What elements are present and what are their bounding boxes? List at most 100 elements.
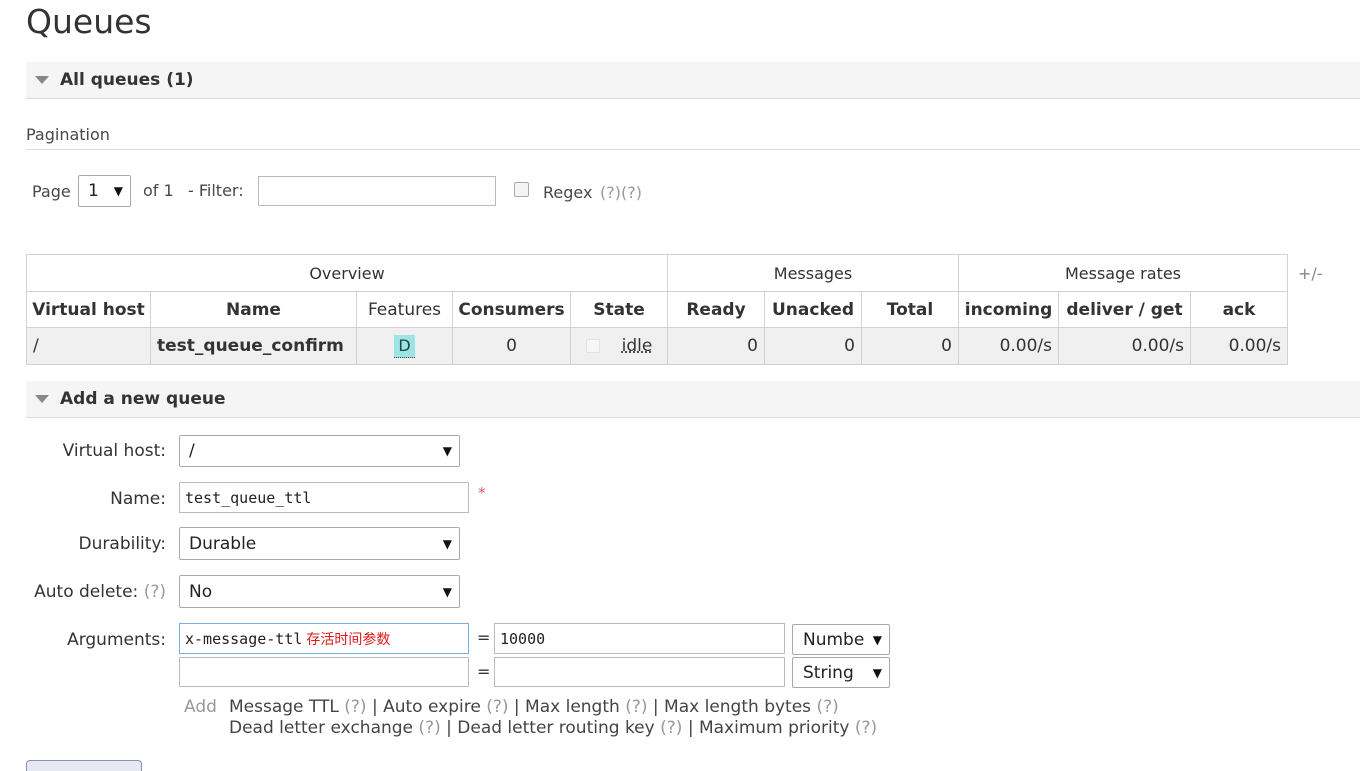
queue-name-link[interactable]: test_queue_confirm (150, 327, 357, 365)
cell-features: D (356, 327, 453, 365)
vhost-select-value: / (189, 441, 195, 461)
name-label: Name: (110, 489, 166, 509)
required-mark: * (478, 484, 486, 502)
dead-letter-exchange-help[interactable]: (?) (418, 718, 440, 738)
page-title: Queues (26, 2, 152, 41)
argument-value-input-2[interactable] (494, 657, 785, 687)
max-length-bytes-link[interactable]: Max length bytes (664, 697, 811, 717)
max-length-link[interactable]: Max length (525, 697, 620, 717)
argument-type-select-2[interactable]: String ▼ (792, 657, 890, 688)
autodelete-label-wrap: Auto delete: (?) (0, 582, 166, 602)
state-indicator-icon (585, 339, 600, 353)
dropdown-arrow-icon: ▼ (442, 584, 452, 599)
message-ttl-link[interactable]: Message TTL (229, 697, 339, 717)
durability-select-value: Durable (189, 533, 257, 554)
separator: | (652, 697, 659, 717)
table-column-header-row: Virtual host Name Features Consumers Sta… (26, 291, 1288, 328)
dead-letter-exchange-link[interactable]: Dead letter exchange (229, 718, 413, 738)
table-row[interactable]: / test_queue_confirm D 0 idle 0 0 0 0.00… (26, 327, 1288, 365)
cell-incoming: 0.00/s (958, 327, 1059, 365)
equals-sign: = (477, 628, 491, 647)
add-arguments-label: Add (184, 697, 217, 717)
col-state[interactable]: State (570, 291, 668, 328)
col-ready[interactable]: Ready (667, 291, 765, 328)
col-features: Features (356, 291, 453, 328)
col-name[interactable]: Name (150, 291, 357, 328)
triangle-down-icon (35, 395, 49, 403)
filter-input[interactable] (258, 176, 496, 206)
equals-sign-2: = (477, 662, 491, 681)
add-queue-button[interactable] (26, 760, 142, 771)
auto-expire-help[interactable]: (?) (486, 697, 508, 717)
dropdown-arrow-icon: ▼ (442, 536, 452, 551)
col-ack[interactable]: ack (1190, 291, 1288, 328)
max-length-bytes-help[interactable]: (?) (816, 697, 838, 717)
col-incoming[interactable]: incoming (958, 291, 1059, 328)
durable-feature-badge[interactable]: D (394, 334, 415, 358)
dropdown-arrow-icon: ▼ (872, 665, 882, 680)
all-queues-title: All queues (1) (60, 70, 194, 90)
group-message-rates: Message rates (958, 254, 1288, 292)
auto-expire-link[interactable]: Auto expire (383, 697, 481, 717)
maximum-priority-link[interactable]: Maximum priority (699, 718, 850, 738)
argument-shortcuts-line-1: Message TTL (?) | Auto expire (?) | Max … (229, 697, 877, 718)
page-select-value: 1 (88, 181, 99, 201)
all-queues-header[interactable]: All queues (1) (26, 62, 1360, 99)
argument-key-input[interactable]: x-message-ttl 存活时间参数 (179, 623, 469, 654)
autodelete-help-link[interactable]: (?) (144, 582, 166, 602)
separator: | (513, 697, 520, 717)
argument-value-input[interactable]: 10000 (494, 623, 785, 654)
group-overview: Overview (26, 254, 668, 292)
argument-shortcuts: Message TTL (?) | Auto expire (?) | Max … (229, 697, 877, 739)
cell-consumers: 0 (452, 327, 571, 365)
argument-type-value-2: String (803, 662, 854, 683)
page-of-label: of 1 (143, 181, 174, 200)
page-label: Page (32, 182, 71, 201)
argument-shortcuts-line-2: Dead letter exchange (?) | Dead letter r… (229, 718, 877, 739)
autodelete-select-value: No (189, 581, 213, 602)
vhost-select[interactable]: / ▼ (179, 435, 460, 467)
state-text: idle (621, 336, 653, 356)
autodelete-label: Auto delete: (34, 582, 139, 602)
autodelete-select[interactable]: No ▼ (179, 575, 460, 608)
separator: | (687, 718, 694, 738)
queue-name-input[interactable]: test_queue_ttl (179, 482, 469, 513)
triangle-down-icon (35, 76, 49, 84)
group-messages: Messages (667, 254, 959, 292)
col-deliver-get[interactable]: deliver / get (1058, 291, 1191, 328)
maximum-priority-help[interactable]: (?) (855, 718, 877, 738)
regex-help-link[interactable]: (?)(?) (600, 183, 642, 202)
dead-letter-routing-key-help[interactable]: (?) (660, 718, 682, 738)
col-consumers[interactable]: Consumers (452, 291, 571, 328)
argument-annotation: 存活时间参数 (306, 631, 391, 648)
cell-deliver-get: 0.00/s (1058, 327, 1191, 365)
durability-label: Durability: (78, 534, 166, 554)
filter-label: - Filter: (188, 181, 244, 200)
dead-letter-routing-key-link[interactable]: Dead letter routing key (457, 718, 654, 738)
cell-vhost: / (26, 327, 151, 365)
pagination-label: Pagination (26, 125, 110, 144)
argument-type-value: Numbe (803, 629, 865, 650)
separator: | (371, 697, 378, 717)
argument-type-select[interactable]: Numbe ▼ (792, 624, 890, 655)
durability-select[interactable]: Durable ▼ (179, 527, 460, 560)
page-select[interactable]: 1 ▼ (78, 175, 131, 207)
add-queue-header[interactable]: Add a new queue (26, 381, 1360, 418)
checkbox-icon[interactable] (514, 182, 529, 197)
separator: | (446, 718, 452, 738)
cell-ready: 0 (667, 327, 765, 365)
dropdown-arrow-icon: ▼ (113, 184, 123, 198)
arguments-label: Arguments: (67, 630, 166, 650)
dropdown-arrow-icon: ▼ (442, 444, 452, 458)
col-virtual-host[interactable]: Virtual host (26, 291, 151, 328)
add-queue-title: Add a new queue (60, 389, 226, 409)
message-ttl-help[interactable]: (?) (344, 697, 366, 717)
cell-total: 0 (861, 327, 959, 365)
max-length-help[interactable]: (?) (625, 697, 647, 717)
column-toggle-link[interactable]: +/- (1298, 264, 1323, 283)
cell-state: idle (570, 327, 668, 365)
col-unacked[interactable]: Unacked (764, 291, 862, 328)
regex-label: Regex (543, 183, 593, 202)
col-total[interactable]: Total (861, 291, 959, 328)
argument-key-input-2[interactable] (179, 657, 469, 687)
